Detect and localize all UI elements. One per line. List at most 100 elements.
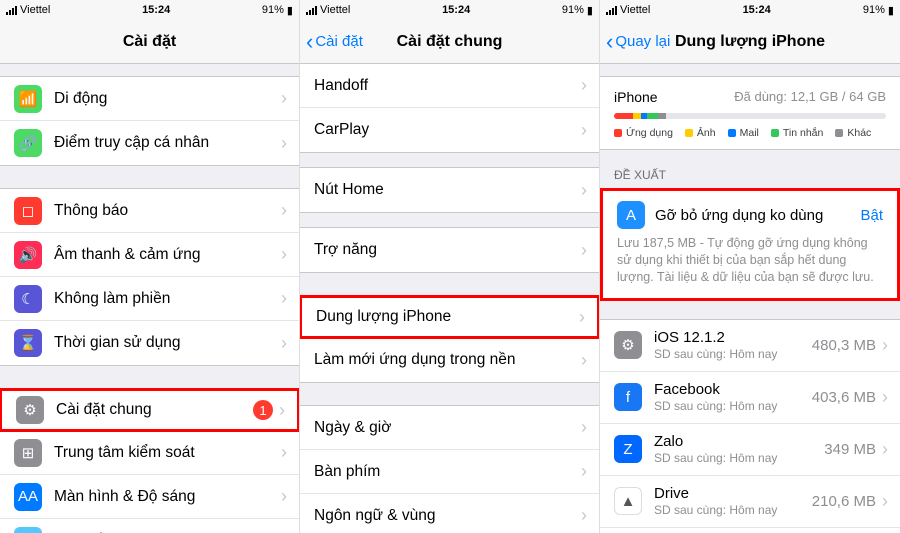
row-label: Âm thanh & cảm ứng [54,246,281,264]
row-label: Thời gian sử dụng [54,334,281,352]
chevron-right-icon: › [281,88,287,109]
app-name: Drive [654,485,812,502]
chevron-right-icon: › [581,120,587,141]
settings-row[interactable]: ⊞ Trung tâm kiểm soát › [0,431,299,475]
triptych: Viettel 15:24 91%▮ Cài đặt 📶 Di động › 🔗… [0,0,900,533]
settings-row[interactable]: ◻ Thông báo › [0,189,299,233]
nav-bar: ‹Cài đặt Cài đặt chung [300,20,599,64]
settings-row[interactable]: Nút Home › [300,168,599,212]
row-label: Cài đặt chung [56,401,253,419]
enable-button[interactable]: Bật [860,207,883,224]
settings-row[interactable]: ❀ Hình nền › [0,519,299,533]
row-label: Không làm phiền [54,290,281,308]
settings-row[interactable]: ⚙ Cài đặt chung 1 › [0,388,299,432]
row-label: Làm mới ứng dụng trong nền [314,351,581,369]
row-label: Nút Home [314,181,581,199]
settings-row[interactable]: Dung lượng iPhone › [300,295,599,339]
settings-row[interactable]: Ngôn ngữ & vùng › [300,494,599,533]
app-last-used: SD sau cùng: Hôm nay [654,347,812,361]
row-icon: ⚙ [16,396,44,424]
appstore-icon: A [617,201,645,229]
carrier: Viettel [620,4,650,16]
battery-icon: ▮ [287,4,293,17]
page-title: Cài đặt [123,33,176,51]
row-icon: ☾ [14,285,42,313]
battery-text: 91% [863,4,885,16]
row-label: Handoff [314,77,581,95]
app-row[interactable]: Z Zalo SD sau cùng: Hôm nay 349 MB› [600,424,900,476]
page-title: Dung lượng iPhone [675,33,825,51]
chevron-right-icon: › [579,307,585,328]
back-button[interactable]: ‹Quay lại [606,31,670,53]
back-label: Cài đặt [315,33,363,50]
status-bar: Viettel 15:24 91%▮ [0,0,299,20]
chevron-right-icon: › [281,288,287,309]
back-button[interactable]: ‹Cài đặt [306,31,363,53]
clock: 15:24 [442,4,470,16]
row-label: Trợ năng [314,241,581,259]
settings-row[interactable]: 🔊 Âm thanh & cảm ứng › [0,233,299,277]
chevron-right-icon: › [581,417,587,438]
chevron-right-icon: › [882,439,888,460]
row-label: Ngày & giờ [314,419,581,437]
battery-icon: ▮ [888,4,894,17]
row-label: Bàn phím [314,463,581,481]
row-icon: 🔗 [14,129,42,157]
app-row[interactable]: ▲ Drive SD sau cùng: Hôm nay 210,6 MB› [600,476,900,528]
back-label: Quay lại [615,33,670,50]
general-list[interactable]: Handoff › CarPlay › Nút Home › Trợ năng … [300,64,599,533]
chevron-right-icon: › [581,505,587,526]
legend-item: Tin nhắn [771,127,823,139]
settings-row[interactable]: AA Màn hình & Độ sáng › [0,475,299,519]
settings-list[interactable]: 📶 Di động › 🔗 Điểm truy cập cá nhân › ◻ … [0,64,299,533]
chevron-right-icon: › [581,461,587,482]
app-row[interactable]: ⚙ iOS 12.1.2 SD sau cùng: Hôm nay 480,3 … [600,320,900,372]
chevron-right-icon: › [581,75,587,96]
status-bar: Viettel 15:24 91%▮ [300,0,599,20]
pane-general: Viettel 15:24 91%▮ ‹Cài đặt Cài đặt chun… [300,0,600,533]
chevron-left-icon: ‹ [606,31,613,53]
chevron-right-icon: › [581,180,587,201]
app-last-used: SD sau cùng: Hôm nay [654,399,812,413]
chevron-right-icon: › [281,133,287,154]
storage-summary: iPhone Đã dùng: 12,1 GB / 64 GB Ứng dụng… [600,76,900,150]
chevron-right-icon: › [581,350,587,371]
app-row[interactable]: ✲ Google Ảnh SD sau cùng: Hôm nay 206,4 … [600,528,900,533]
suggest-header: ĐỀ XUẤT [600,150,900,188]
chevron-right-icon: › [281,333,287,354]
settings-row[interactable]: Handoff › [300,64,599,108]
app-size: 480,3 MB [812,337,876,354]
legend-item: Ứng dụng [614,127,673,139]
suggest-title: Gỡ bỏ ứng dụng ko dùng [655,207,850,224]
clock: 15:24 [743,4,771,16]
row-icon: ❀ [14,527,42,533]
legend-item: Khác [835,127,871,139]
pane-storage: Viettel 15:24 91%▮ ‹Quay lại Dung lượng … [600,0,900,533]
chevron-right-icon: › [882,491,888,512]
app-name: Facebook [654,381,812,398]
chevron-right-icon: › [281,486,287,507]
settings-row[interactable]: ⌛ Thời gian sử dụng › [0,321,299,365]
settings-row[interactable]: Ngày & giờ › [300,406,599,450]
settings-row[interactable]: Trợ năng › [300,228,599,272]
battery-text: 91% [562,4,584,16]
settings-row[interactable]: 🔗 Điểm truy cập cá nhân › [0,121,299,165]
suggest-offload-apps[interactable]: A Gỡ bỏ ứng dụng ko dùng Bật Lưu 187,5 M… [600,188,900,301]
nav-bar: ‹Quay lại Dung lượng iPhone [600,20,900,64]
storage-content[interactable]: iPhone Đã dùng: 12,1 GB / 64 GB Ứng dụng… [600,64,900,533]
settings-row[interactable]: Làm mới ứng dụng trong nền › [300,338,599,382]
settings-row[interactable]: 📶 Di động › [0,77,299,121]
chevron-right-icon: › [279,400,285,421]
chevron-right-icon: › [281,442,287,463]
signal-icon [306,6,317,15]
settings-row[interactable]: ☾ Không làm phiền › [0,277,299,321]
carrier: Viettel [320,4,350,16]
settings-row[interactable]: Bàn phím › [300,450,599,494]
settings-row[interactable]: CarPlay › [300,108,599,152]
badge: 1 [253,400,273,420]
row-icon: 📶 [14,85,42,113]
app-row[interactable]: f Facebook SD sau cùng: Hôm nay 403,6 MB… [600,372,900,424]
app-last-used: SD sau cùng: Hôm nay [654,503,812,517]
chevron-right-icon: › [581,240,587,261]
chevron-right-icon: › [281,244,287,265]
